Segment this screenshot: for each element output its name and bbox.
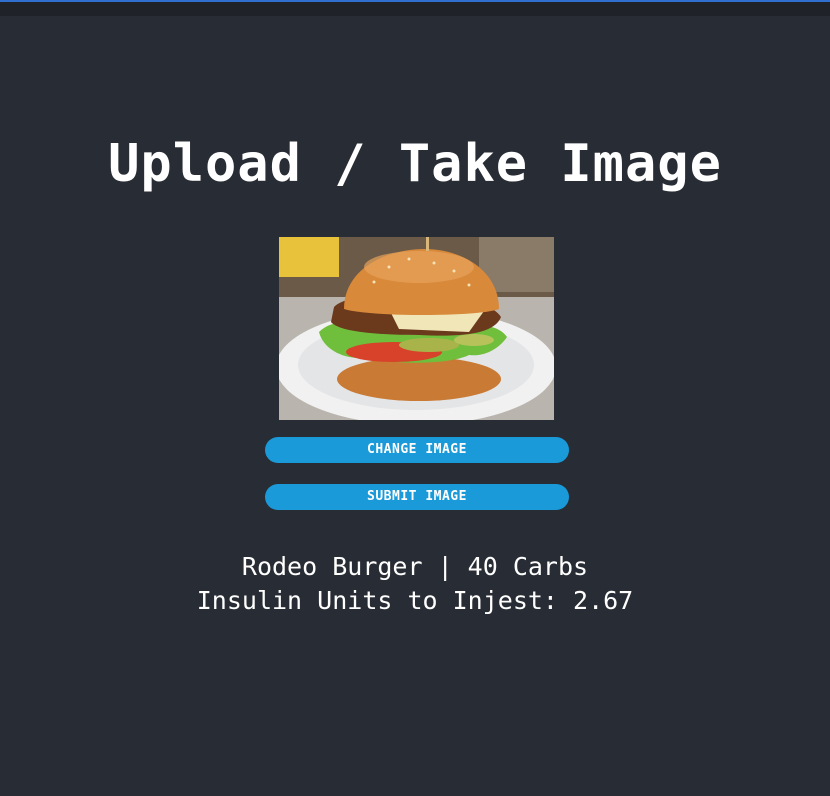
burger-photo — [279, 237, 554, 420]
upload-page: Upload / Take Image CHANGE IMAGE SUBMIT … — [0, 16, 830, 796]
change-image-button[interactable]: CHANGE IMAGE — [265, 437, 569, 463]
food-image-preview — [279, 237, 554, 420]
result-panel: Rodeo Burger | 40 Carbs Insulin Units to… — [0, 550, 830, 618]
insulin-units-text: Insulin Units to Injest: 2.67 — [196, 586, 634, 615]
browser-top-bar — [0, 0, 830, 16]
food-carbs-text: Rodeo Burger | 40 Carbs — [241, 552, 589, 581]
submit-image-button[interactable]: SUBMIT IMAGE — [265, 484, 569, 510]
page-title: Upload / Take Image — [108, 134, 722, 194]
